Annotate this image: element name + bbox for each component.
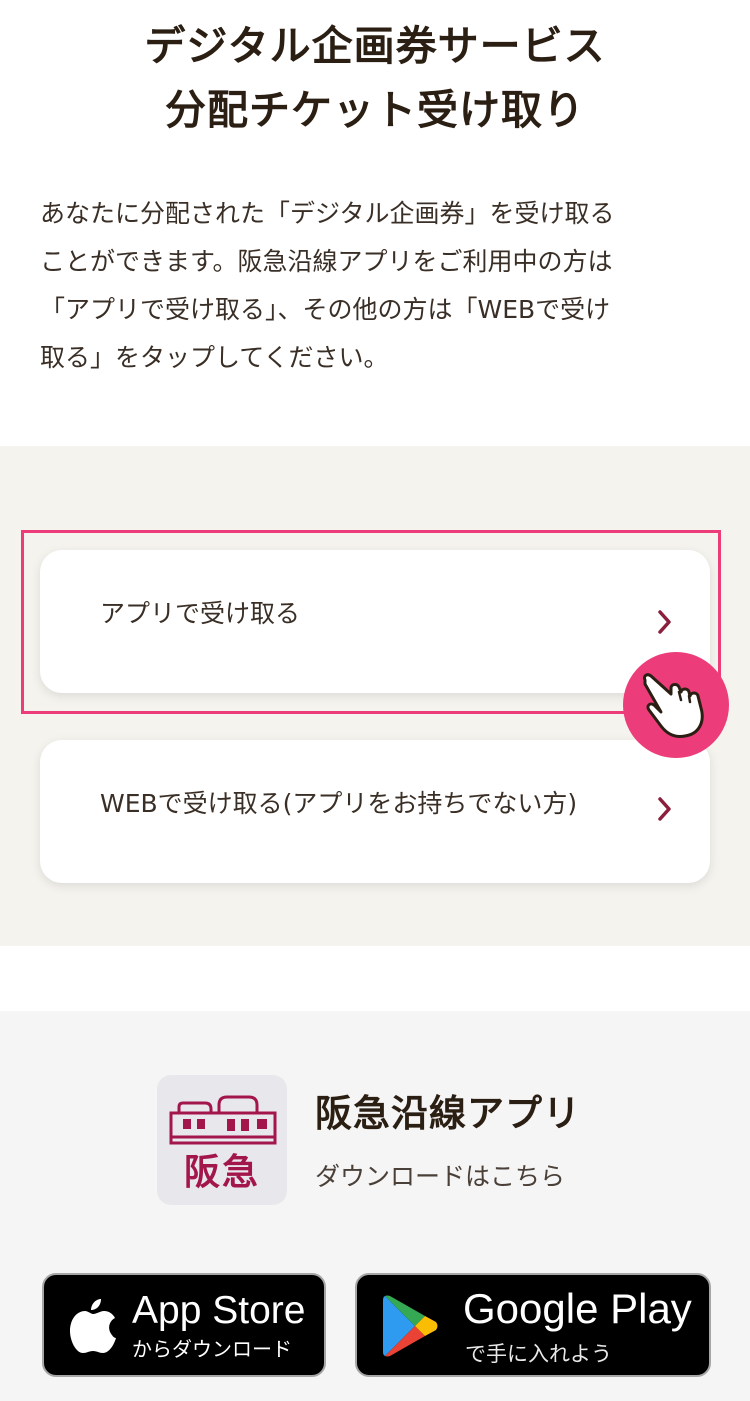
receive-on-web-label: WEBで受け取る(アプリをお持ちでない方) — [100, 789, 578, 818]
intro-line: ことができます。阪急沿線アプリをご利用中の方は — [40, 247, 613, 276]
page-title: デジタル企画券サービス 分配チケット受け取り — [0, 14, 750, 142]
intro-line: 「アプリで受け取る」、その他の方は「WEBで受け — [40, 295, 611, 324]
chevron-right-icon — [658, 797, 671, 821]
app-logo-text: 阪急 — [183, 1152, 260, 1193]
apple-logo-icon — [70, 1299, 116, 1353]
app-store-main-label: App Store — [132, 1289, 306, 1332]
tap-hint-badge — [623, 652, 729, 758]
receive-on-web-button[interactable]: WEBで受け取る(アプリをお持ちでない方) — [40, 740, 710, 883]
google-play-button[interactable]: Google Play で手に入れよう — [355, 1273, 711, 1377]
hankyu-app-logo: 阪急 — [157, 1075, 287, 1205]
app-store-sub-label: からダウンロード — [132, 1337, 292, 1361]
download-hint: ダウンロードはこちら — [315, 1162, 566, 1191]
intro-line: 取る」をタップしてください。 — [40, 343, 389, 372]
train-icon — [169, 1095, 277, 1145]
app-store-button[interactable]: App Store からダウンロード — [42, 1273, 326, 1377]
google-play-sub-label: で手に入れよう — [465, 1342, 612, 1366]
intro-line: あなたに分配された「デジタル企画券」を受け取る — [40, 199, 615, 228]
google-play-main-label: Google Play — [463, 1285, 692, 1332]
app-name: 阪急沿線アプリ — [315, 1092, 581, 1135]
highlight-frame — [21, 530, 721, 714]
page-title-line-2: 分配チケット受け取り — [165, 86, 585, 134]
google-play-icon — [383, 1295, 438, 1357]
page-title-line-1: デジタル企画券サービス — [144, 22, 606, 70]
intro-text: あなたに分配された「デジタル企画券」を受け取る ことができます。阪急沿線アプリを… — [40, 190, 712, 382]
pointing-hand-icon — [643, 673, 704, 738]
